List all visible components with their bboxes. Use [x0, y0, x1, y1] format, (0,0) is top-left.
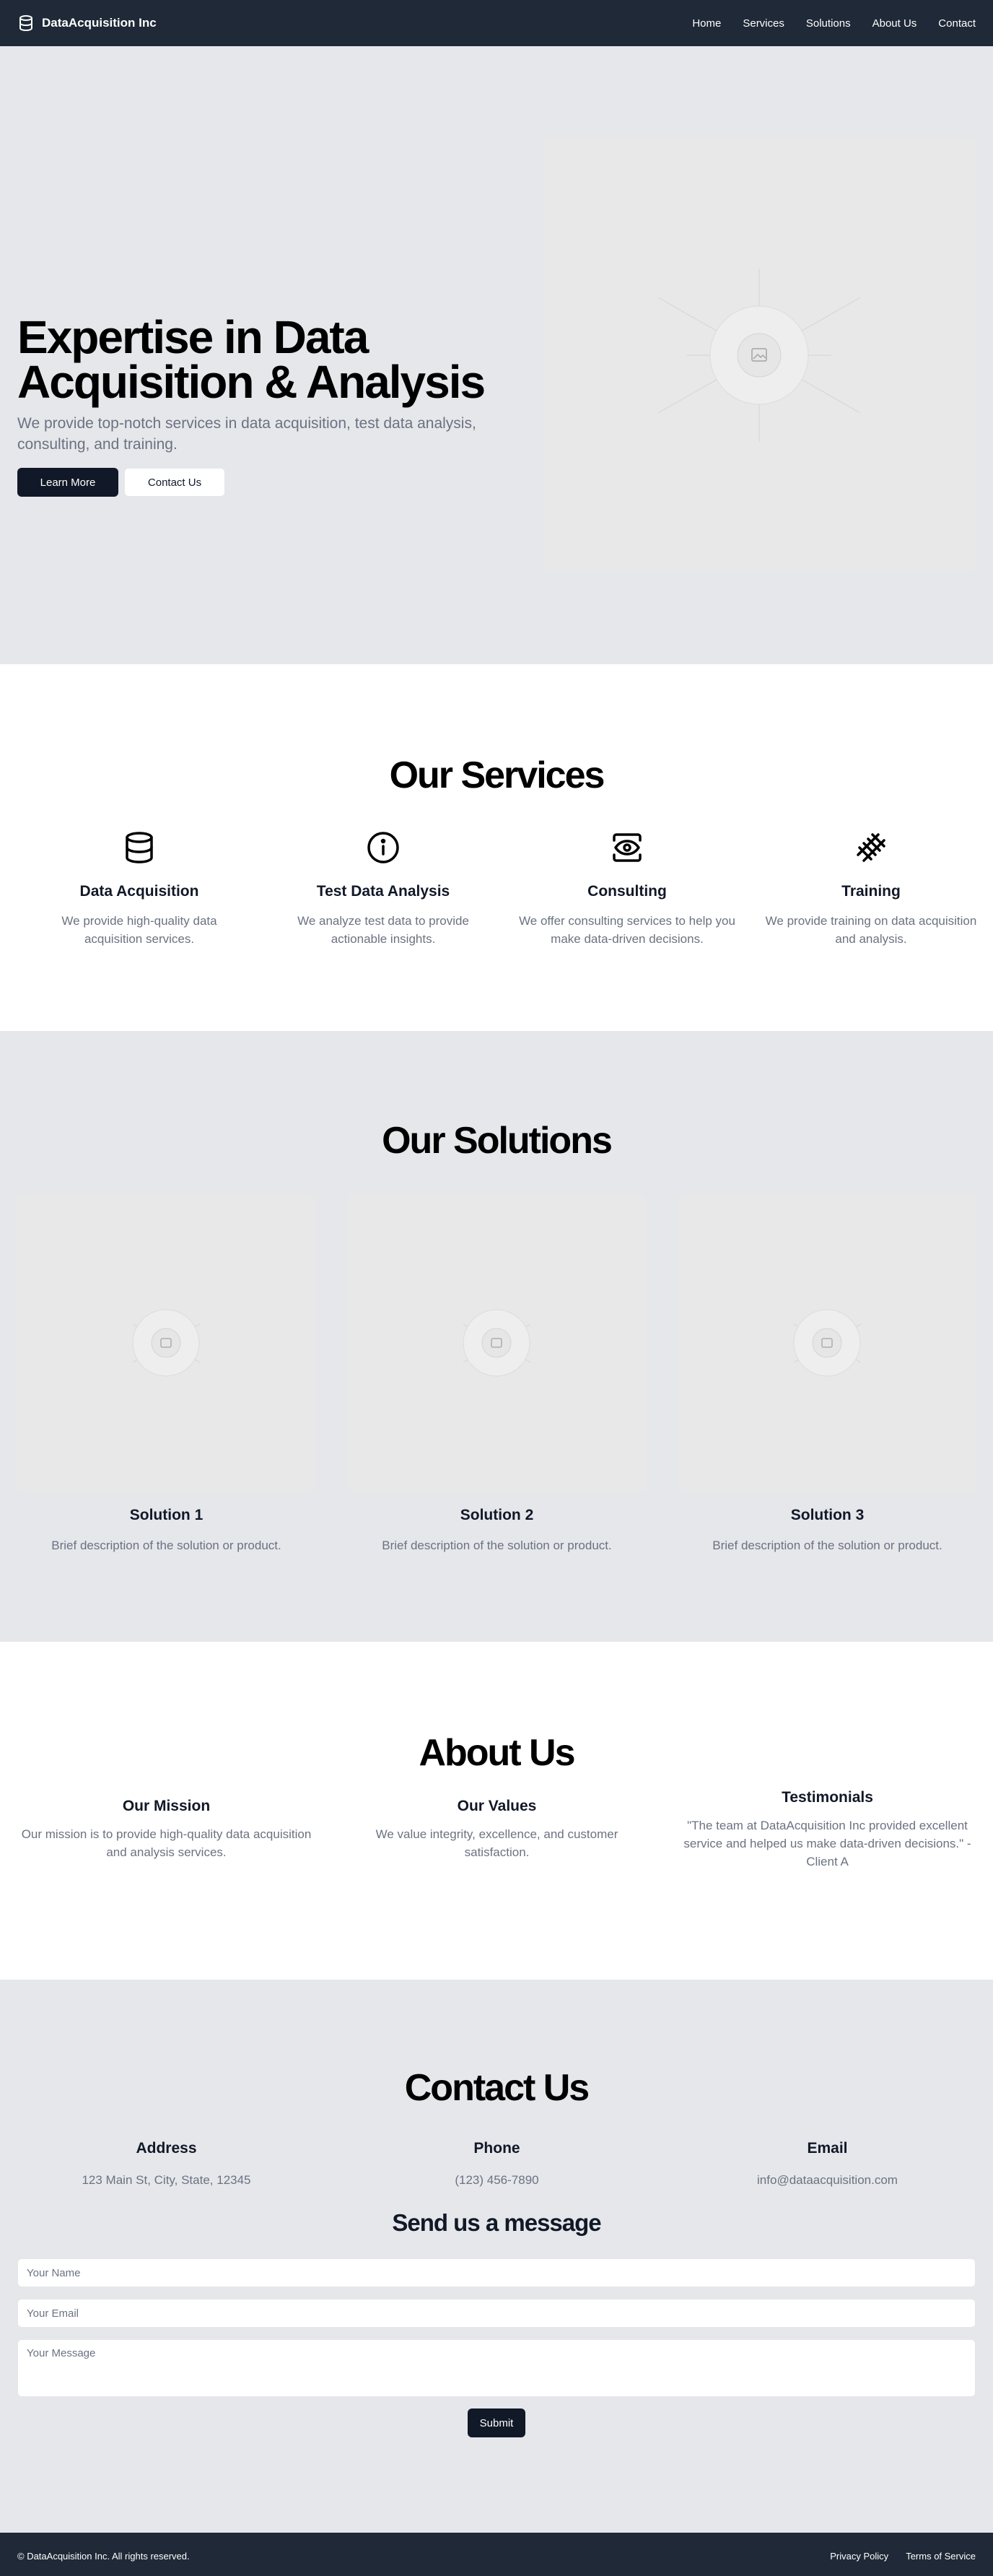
solution-image-placeholder: [348, 1194, 646, 1492]
rail-icon: [857, 833, 885, 862]
service-card: Test Data Analysis We analyze test data …: [261, 830, 505, 948]
services-list: Data Acquisition We provide high-quality…: [17, 830, 993, 948]
solution-desc: Brief description of the solution or pro…: [382, 1539, 612, 1552]
about-column-mission: Our Mission Our mission is to provide hi…: [17, 1798, 315, 1871]
service-card: Consulting We offer consulting services …: [505, 830, 749, 948]
nav-about[interactable]: About Us: [872, 17, 917, 30]
contact-address: Address 123 Main St, City, State, 12345: [17, 2140, 315, 2188]
nav-contact[interactable]: Contact: [938, 17, 976, 30]
solutions-title: Our Solutions: [382, 1120, 613, 1162]
submit-button[interactable]: Submit: [468, 2409, 525, 2437]
database-icon: [126, 832, 153, 863]
brand[interactable]: DataAcquisition Inc: [17, 14, 157, 32]
contact-email: Email info@dataacquisition.com: [678, 2140, 976, 2188]
services-title: Our Services: [389, 754, 605, 796]
learn-more-button[interactable]: Learn More: [17, 468, 118, 497]
terms-of-service-link[interactable]: Terms of Service: [906, 2551, 976, 2562]
solution-card: Solution 2 Brief description of the solu…: [348, 1194, 646, 1553]
nav-home[interactable]: Home: [692, 17, 721, 30]
email-field[interactable]: [17, 2299, 976, 2328]
image-placeholder-icon: [793, 1309, 862, 1377]
solution-desc: Brief description of the solution or pro…: [712, 1539, 942, 1552]
image-placeholder-icon: [657, 269, 861, 442]
solution-card: Solution 1 Brief description of the solu…: [17, 1194, 315, 1553]
solution-image-placeholder: [17, 1194, 315, 1492]
service-desc: We provide training on data acquisition …: [765, 914, 977, 946]
service-desc: We analyze test data to provide actionab…: [297, 914, 469, 946]
solution-card: Solution 3 Brief description of the solu…: [678, 1194, 976, 1553]
hero-subtitle: We provide top-notch services in data ac…: [17, 415, 476, 453]
image-placeholder-icon: [132, 1309, 201, 1377]
solution-desc: Brief description of the solution or pro…: [51, 1539, 281, 1552]
hero-image-placeholder: [543, 139, 976, 572]
solution-name: Solution 2: [460, 1507, 534, 1523]
service-desc: We provide high-quality data acquisition…: [61, 914, 217, 946]
service-card: Training We provide training on data acq…: [749, 830, 993, 948]
services-section: Our Services Data Acquisition We provide…: [0, 664, 993, 1031]
nav-services[interactable]: Services: [743, 17, 784, 30]
contact-section: Contact Us Address 123 Main St, City, St…: [0, 1980, 993, 2533]
solution-name: Solution 1: [129, 1507, 204, 1523]
contact-heading: Phone: [473, 2140, 520, 2157]
message-field[interactable]: [17, 2339, 976, 2397]
contact-heading: Email: [807, 2140, 848, 2157]
privacy-policy-link[interactable]: Privacy Policy: [830, 2551, 888, 2562]
about-heading: Our Values: [457, 1798, 537, 1814]
about-columns: Our Mission Our mission is to provide hi…: [17, 1789, 976, 1871]
contact-value: 123 Main St, City, State, 12345: [82, 2173, 251, 2187]
site-header: DataAcquisition Inc Home Services Soluti…: [0, 0, 993, 46]
hero-title: Expertise in Data Acquisition & Analysis: [17, 311, 486, 408]
contact-heading: Address: [136, 2140, 197, 2157]
footer-links: Privacy Policy Terms of Service: [830, 2551, 976, 2562]
hero-section: Expertise in Data Acquisition & Analysis…: [0, 46, 993, 664]
about-column-values: Our Values We value integrity, excellenc…: [348, 1798, 646, 1871]
main-nav: Home Services Solutions About Us Contact: [692, 17, 976, 30]
service-name: Consulting: [587, 883, 667, 900]
contact-info: Address 123 Main St, City, State, 12345 …: [17, 2140, 976, 2188]
service-name: Data Acquisition: [79, 883, 199, 900]
about-section: About Us Our Mission Our mission is to p…: [0, 1642, 993, 1980]
hero-buttons: Learn More Contact Us: [17, 468, 494, 497]
contact-us-button[interactable]: Contact Us: [124, 468, 225, 497]
about-text: Our mission is to provide high-quality d…: [21, 1827, 312, 1859]
service-name: Test Data Analysis: [316, 883, 450, 900]
message-form-title: Send us a message: [392, 2209, 601, 2236]
solution-name: Solution 3: [790, 1507, 865, 1523]
contact-title: Contact Us: [404, 2067, 590, 2109]
hero-text: Expertise in Data Acquisition & Analysis…: [17, 311, 494, 497]
service-name: Training: [841, 883, 901, 900]
service-desc: We offer consulting services to help you…: [519, 914, 735, 946]
service-card: Data Acquisition We provide high-quality…: [17, 830, 261, 948]
image-placeholder-icon: [463, 1309, 531, 1377]
contact-phone: Phone (123) 456-7890: [348, 2140, 646, 2188]
about-heading: Testimonials: [782, 1789, 873, 1806]
about-title: About Us: [419, 1732, 575, 1774]
contact-value: info@dataacquisition.com: [757, 2173, 898, 2187]
about-text: "The team at DataAcquisition Inc provide…: [683, 1819, 971, 1868]
name-field[interactable]: [17, 2258, 976, 2287]
solutions-list: Solution 1 Brief description of the solu…: [17, 1194, 976, 1553]
nav-solutions[interactable]: Solutions: [806, 17, 851, 30]
contact-value: (123) 456-7890: [455, 2173, 539, 2187]
solutions-section: Our Solutions Solution 1 Brief descripti…: [0, 1031, 993, 1642]
database-logo-icon: [19, 15, 32, 31]
contact-form: Submit: [17, 2258, 976, 2437]
brand-name: DataAcquisition Inc: [42, 16, 157, 30]
about-text: We value integrity, excellence, and cust…: [375, 1827, 618, 1859]
info-icon: [367, 832, 399, 863]
site-footer: © DataAcquisition Inc. All rights reserv…: [0, 2533, 993, 2576]
about-heading: Our Mission: [122, 1798, 211, 1814]
solution-image-placeholder: [678, 1194, 976, 1492]
copyright: © DataAcquisition Inc. All rights reserv…: [17, 2550, 190, 2562]
about-column-testimonials: Testimonials "The team at DataAcquisitio…: [678, 1789, 976, 1871]
eye-icon: [613, 833, 642, 862]
